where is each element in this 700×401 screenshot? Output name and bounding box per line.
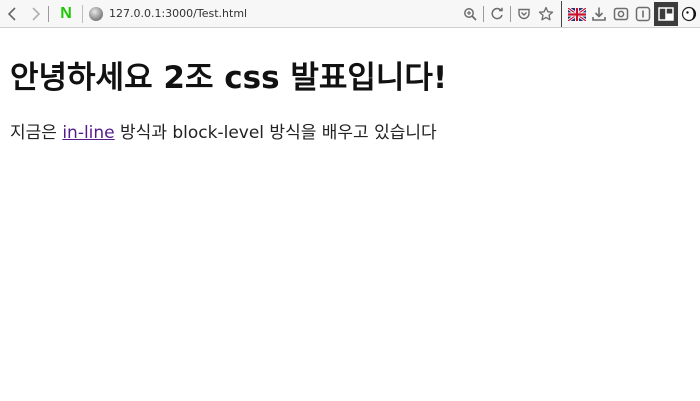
uk-flag-icon[interactable] <box>566 3 588 25</box>
paragraph-text-before: 지금은 <box>10 123 63 143</box>
toolbar-divider <box>82 4 83 23</box>
toolbar-right-group <box>459 0 700 28</box>
site-favicon-icon <box>89 6 103 21</box>
extension-icon[interactable] <box>678 3 700 25</box>
inline-link[interactable]: in-line <box>62 123 114 143</box>
page-heading: 안녕하세요 2조 css 발표입니다! <box>10 60 448 96</box>
naver-n-logo[interactable]: N <box>55 3 77 25</box>
toolbar-divider <box>510 6 511 22</box>
browser-toolbar: N 127.0.0.1:3000/Test.html <box>0 0 700 28</box>
zoom-icon[interactable] <box>459 3 481 25</box>
sidebar-panel-icon[interactable] <box>654 2 678 26</box>
chevron-right-icon[interactable] <box>24 2 48 26</box>
page-content: 안녕하세요 2조 css 발표입니다! 지금은 in-line 방식과 bloc… <box>0 58 700 143</box>
toolbar-divider <box>48 5 49 22</box>
paragraph-text-after: 방식과 block-level 방식을 배우고 있습니다 <box>114 123 437 143</box>
pocket-icon[interactable] <box>513 3 535 25</box>
chevron-left-icon[interactable] <box>0 2 24 26</box>
address-bar-url[interactable]: 127.0.0.1:3000/Test.html <box>109 7 247 20</box>
reader-icon[interactable] <box>632 3 654 25</box>
camera-icon[interactable] <box>610 3 632 25</box>
toolbar-divider <box>561 1 562 27</box>
toolbar-divider <box>483 6 484 22</box>
star-icon[interactable] <box>535 3 557 25</box>
reload-icon[interactable] <box>486 3 508 25</box>
page-paragraph: 지금은 in-line 방식과 block-level 방식을 배우고 있습니다 <box>10 118 690 143</box>
download-icon[interactable] <box>588 3 610 25</box>
